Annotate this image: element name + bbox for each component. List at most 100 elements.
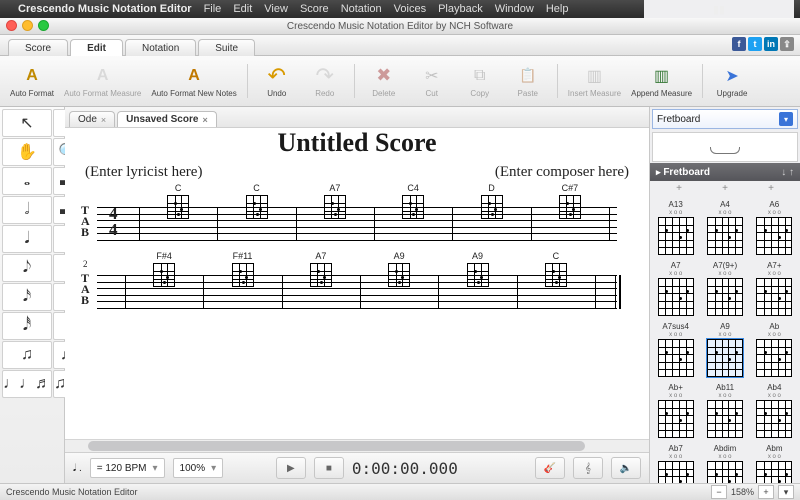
close-tab-icon[interactable]: ×: [101, 115, 106, 125]
zoom-menu-button[interactable]: ▾: [778, 485, 794, 499]
chord-label[interactable]: D: [488, 183, 495, 193]
chord-grid[interactable]: A13x o oA4x o oA6x o o A7x o oA7(9+)x o o…: [650, 196, 800, 483]
score-title[interactable]: Untitled Score: [277, 128, 436, 158]
menu-notation[interactable]: Notation: [341, 3, 382, 15]
score-canvas[interactable]: Untitled Score (Enter lyricist here) (En…: [65, 128, 649, 439]
tuner-button[interactable]: 𝄞: [573, 457, 603, 479]
menu-playback[interactable]: Playback: [438, 3, 483, 15]
battery-icon[interactable]: ▮▮: [713, 3, 725, 16]
zoom-out-button[interactable]: −: [711, 485, 727, 499]
chord-diagram[interactable]: [467, 263, 489, 287]
chord-diagram[interactable]: [153, 263, 175, 287]
tab-staff-2[interactable]: TAB2F#4F#11A7A9A9C: [97, 275, 617, 309]
palette-tool-8[interactable]: 𝅘𝅥: [2, 225, 52, 253]
fretboard-panel-header[interactable]: ▸ Fretboard ↓ ↑: [650, 163, 800, 181]
chord-item[interactable]: A9x o o: [702, 322, 747, 377]
chord-item[interactable]: A7sus4x o o: [653, 322, 698, 377]
palette-tool-12[interactable]: 𝅘𝅥𝅯: [2, 283, 52, 311]
chord-item[interactable]: A6x o o: [752, 200, 797, 255]
palette-tool-18[interactable]: ♩♩♬: [2, 370, 52, 398]
bpm-field[interactable]: = 120 BPM▾: [90, 458, 165, 478]
chord-diagram[interactable]: [232, 263, 254, 287]
facebook-icon[interactable]: f: [732, 37, 746, 51]
menu-view[interactable]: View: [264, 3, 288, 15]
menu-edit[interactable]: Edit: [233, 3, 252, 15]
append-measure-button[interactable]: Append Measure: [627, 63, 696, 100]
upgrade-button[interactable]: Upgrade: [709, 63, 755, 100]
chord-label[interactable]: A7: [315, 251, 326, 261]
chord-item[interactable]: Ab11x o o: [702, 383, 747, 438]
chord-label[interactable]: C: [553, 251, 560, 261]
chord-diagram[interactable]: [481, 195, 503, 219]
chord-item[interactable]: Ab+x o o: [653, 383, 698, 438]
chord-item[interactable]: A7x o o: [653, 261, 698, 316]
auto-format-button[interactable]: Auto Format: [6, 63, 58, 100]
chord-diagram[interactable]: [545, 263, 567, 287]
chord-label[interactable]: F#11: [233, 251, 253, 261]
palette-tool-6[interactable]: 𝅗𝅥: [2, 196, 52, 224]
stop-button[interactable]: ■: [314, 457, 344, 479]
auto-format-new-notes-button[interactable]: Auto Format New Notes: [147, 63, 240, 100]
zoom-icon[interactable]: [38, 20, 49, 31]
chord-diagram[interactable]: [246, 195, 268, 219]
chord-label[interactable]: A7: [329, 183, 340, 193]
time-signature[interactable]: 44: [109, 206, 118, 238]
linkedin-icon[interactable]: in: [764, 37, 778, 51]
chord-item[interactable]: A4x o o: [702, 200, 747, 255]
chord-label[interactable]: A9: [394, 251, 405, 261]
tab-staff-1[interactable]: TAB44CCA7C4DC#7: [97, 207, 617, 241]
chord-diagram[interactable]: [559, 195, 581, 219]
chord-item[interactable]: Abx o o: [752, 322, 797, 377]
twitter-icon[interactable]: t: [748, 37, 762, 51]
panel-selector-dropdown[interactable]: Fretboard▾: [652, 109, 798, 129]
chord-item[interactable]: A7(9+)x o o: [702, 261, 747, 316]
chord-item[interactable]: A13x o o: [653, 200, 698, 255]
chord-item[interactable]: A7+x o o: [752, 261, 797, 316]
doc-tab[interactable]: Ode×: [69, 111, 115, 127]
window-controls[interactable]: [6, 20, 49, 31]
composer-field[interactable]: (Enter composer here): [495, 164, 629, 181]
menu-help[interactable]: Help: [546, 3, 569, 15]
window-titlebar[interactable]: Crescendo Music Notation Editor by NCH S…: [0, 18, 800, 35]
chord-item[interactable]: Abdimx o o: [702, 444, 747, 483]
main-tab-score[interactable]: Score: [8, 39, 68, 56]
volume-button[interactable]: 🔈: [611, 457, 641, 479]
zoom-level[interactable]: 158%: [731, 487, 754, 497]
playback-zoom-field[interactable]: 100%▾: [173, 458, 224, 478]
palette-tool-4[interactable]: 𝅝: [2, 167, 52, 195]
main-tab-suite[interactable]: Suite: [198, 39, 255, 56]
chord-item[interactable]: Abmx o o: [752, 444, 797, 483]
menu-window[interactable]: Window: [495, 3, 534, 15]
palette-tool-10[interactable]: 𝅘𝅥𝅮: [2, 254, 52, 282]
chord-diagram[interactable]: [388, 263, 410, 287]
palette-tool-0[interactable]: ↖: [2, 109, 52, 137]
chord-label[interactable]: C4: [407, 183, 419, 193]
chord-label[interactable]: C: [175, 183, 182, 193]
chord-diagram[interactable]: [402, 195, 424, 219]
chord-diagram[interactable]: [167, 195, 189, 219]
lyricist-field[interactable]: (Enter lyricist here): [85, 164, 202, 181]
menu-file[interactable]: File: [204, 3, 222, 15]
chord-label[interactable]: F#4: [156, 251, 172, 261]
doc-tab[interactable]: Unsaved Score×: [117, 111, 217, 127]
chord-diagram[interactable]: [324, 195, 346, 219]
close-icon[interactable]: [6, 20, 17, 31]
chord-diagram[interactable]: [310, 263, 332, 287]
horizontal-scrollbar[interactable]: [65, 439, 649, 452]
chord-label[interactable]: C#7: [562, 183, 579, 193]
main-tab-edit[interactable]: Edit: [70, 39, 123, 56]
chord-label[interactable]: C: [253, 183, 260, 193]
chord-label[interactable]: A9: [472, 251, 483, 261]
menu-score[interactable]: Score: [300, 3, 329, 15]
palette-tool-16[interactable]: ♫: [2, 341, 52, 369]
palette-tool-14[interactable]: 𝅘𝅥𝅰: [2, 312, 52, 340]
undo-button[interactable]: Undo: [254, 63, 300, 100]
zoom-in-button[interactable]: +: [758, 485, 774, 499]
share-icon[interactable]: ⇪: [780, 37, 794, 51]
menu-voices[interactable]: Voices: [394, 3, 426, 15]
minimize-icon[interactable]: [22, 20, 33, 31]
chord-item[interactable]: Ab4x o o: [752, 383, 797, 438]
main-tab-notation[interactable]: Notation: [125, 39, 196, 56]
guitar-view-button[interactable]: 🎸: [535, 457, 565, 479]
app-name[interactable]: Crescendo Music Notation Editor: [18, 3, 192, 15]
